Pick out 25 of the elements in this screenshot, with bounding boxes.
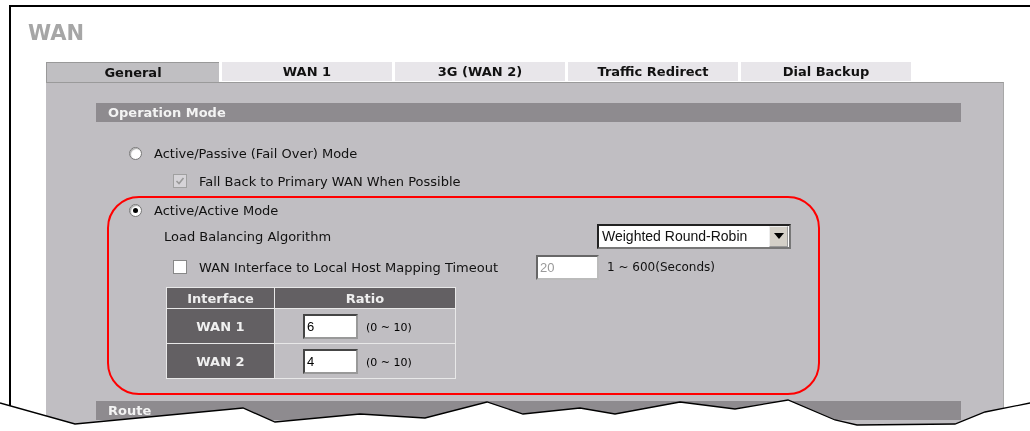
range-hint: (0 ~ 10) — [366, 355, 412, 369]
interface-cell: WAN 2 — [166, 343, 275, 379]
checkbox-label: WAN Interface to Local Host Mapping Timeout — [199, 259, 499, 275]
checkbox-label: Fall Back to Primary WAN When Possible — [199, 173, 461, 189]
radio-label: Active/Active Mode — [154, 202, 279, 218]
tab[interactable]: Traffic Redirect — [568, 62, 738, 81]
column-header: Interface — [166, 287, 275, 309]
section-header: Operation Mode — [96, 103, 961, 122]
page-title: WAN — [28, 21, 86, 47]
tab[interactable]: General — [46, 62, 219, 82]
tab[interactable]: WAN 1 — [222, 62, 392, 81]
caret-icon — [773, 233, 784, 239]
range-hint: (0 ~ 10) — [366, 320, 412, 334]
field-label: Load Balancing Algorithm — [164, 228, 333, 244]
radio-label: Active/Passive (Fail Over) Mode — [154, 145, 358, 161]
radio-button[interactable] — [129, 203, 142, 217]
interface-cell: WAN 1 — [166, 308, 275, 344]
ratio-field[interactable]: 6 — [303, 313, 358, 339]
column-header: Ratio — [274, 287, 456, 309]
algorithm-dropdown[interactable]: Weighted Round-Robin — [597, 223, 791, 249]
ratio-field[interactable]: 4 — [303, 348, 358, 374]
radio-button[interactable] — [129, 146, 142, 160]
tab[interactable]: Dial Backup — [741, 62, 911, 81]
range-hint: 1 ~ 600(Seconds) — [607, 260, 715, 274]
tab[interactable]: 3G (WAN 2) — [395, 62, 565, 81]
